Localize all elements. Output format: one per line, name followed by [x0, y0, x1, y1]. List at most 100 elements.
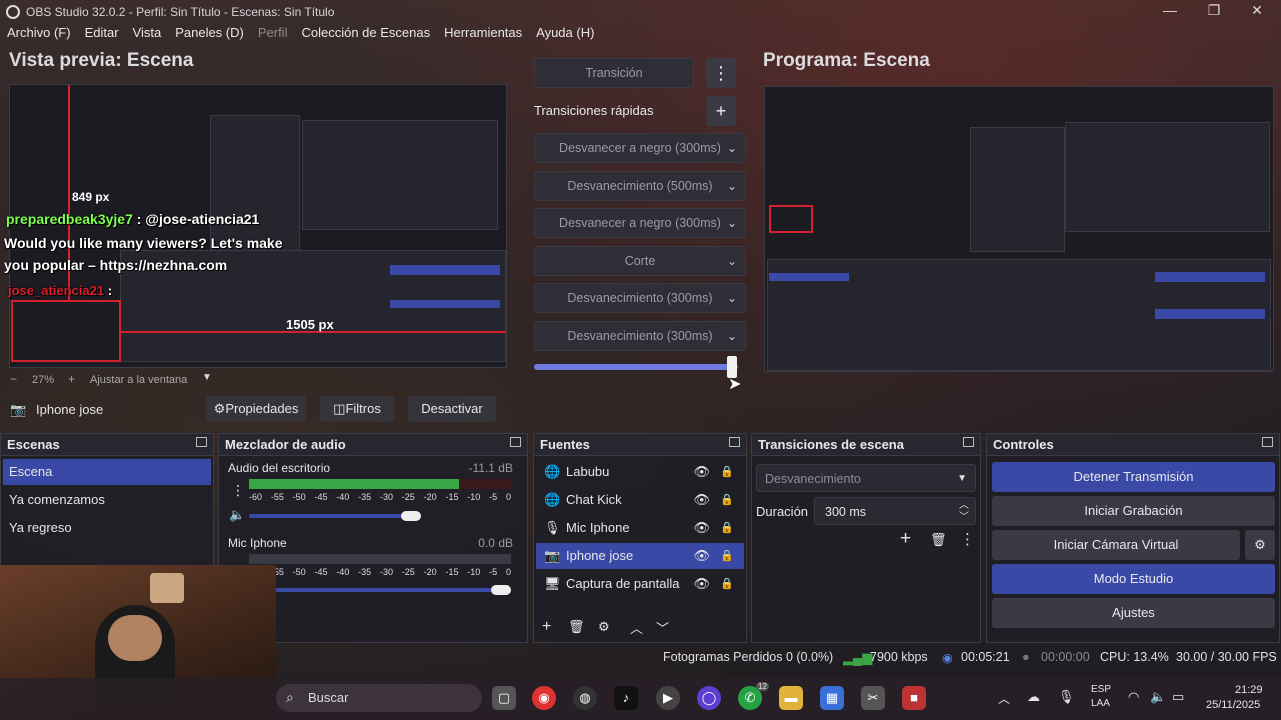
keyboard-layout[interactable]: LAA	[1091, 698, 1110, 709]
quick-transition-3[interactable]: Desvanecer a negro (300ms) ⌄	[534, 208, 746, 238]
move-up-icon[interactable]: ︿	[630, 618, 643, 637]
maximize-button[interactable]: ❐	[1204, 2, 1224, 19]
media-player-icon[interactable]: ▶	[656, 686, 680, 710]
volume-icon[interactable]: 🔈	[1150, 689, 1166, 705]
notification-badge: 12	[756, 682, 769, 691]
menu-view[interactable]: Vista	[133, 25, 162, 45]
volume-slider[interactable]	[249, 514, 419, 518]
source-item[interactable]: 🌐 Chat Kick 👁 🔒	[536, 487, 744, 513]
lock-icon[interactable]: 🔒	[720, 543, 734, 569]
source-settings-icon[interactable]: ⚙	[598, 619, 610, 635]
undock-icon[interactable]	[510, 437, 521, 447]
visibility-eye-icon[interactable]: 👁	[693, 515, 710, 541]
visibility-eye-icon[interactable]: 👁	[693, 543, 710, 569]
scenes-dock-header: Escenas	[1, 434, 213, 456]
stop-streaming-button[interactable]: Detener Transmisión	[992, 462, 1275, 492]
app-icon-3[interactable]: ■	[902, 686, 926, 710]
tray-overflow-icon[interactable]: ︿	[998, 690, 1010, 707]
quick-transition-6[interactable]: Desvanecimiento (300ms) ⌄	[534, 321, 746, 351]
start-virtual-camera-button[interactable]: Iniciar Cámara Virtual	[992, 530, 1240, 560]
volume-knob[interactable]	[401, 511, 421, 521]
remove-transition-icon[interactable]: 🗑	[930, 532, 947, 548]
zoom-out-button[interactable]: −	[10, 372, 17, 386]
app-icon-2[interactable]: ✂	[861, 686, 885, 710]
studio-mode-button[interactable]: Modo Estudio	[992, 564, 1275, 594]
zoom-in-button[interactable]: +	[68, 372, 75, 386]
clock-time[interactable]: 21:29	[1235, 684, 1263, 696]
source-item[interactable]: 🌐 Labubu 👁 🔒	[536, 459, 744, 485]
lock-icon[interactable]: 🔒	[720, 571, 734, 597]
move-down-icon[interactable]: ﹀	[656, 618, 669, 637]
clock-date[interactable]: 25/11/2025	[1206, 699, 1260, 711]
scene-item[interactable]: Ya comenzamos	[3, 487, 211, 513]
scene-item[interactable]: Escena	[3, 459, 211, 485]
add-transition-icon[interactable]: +	[900, 528, 911, 550]
filters-button[interactable]: ◫Filtros	[320, 396, 394, 422]
chrome-icon[interactable]: ◉	[532, 686, 556, 710]
deactivate-button[interactable]: Desactivar	[408, 396, 496, 422]
scene-item[interactable]: Ya regreso	[3, 515, 211, 541]
lock-icon[interactable]: 🔒	[720, 459, 734, 485]
quick-transition-2[interactable]: Desvanecimiento (500ms) ⌄	[534, 171, 746, 201]
volume-slider[interactable]	[249, 588, 499, 592]
minimize-button[interactable]: —	[1160, 2, 1180, 18]
virtual-camera-settings-gear-icon[interactable]: ⚙	[1245, 530, 1275, 560]
visibility-eye-icon[interactable]: 👁	[693, 459, 710, 485]
source-item[interactable]: 🎙 Mic Iphone 👁 🔒	[536, 515, 744, 541]
add-quick-transition-icon[interactable]: +	[706, 96, 736, 126]
start-recording-button[interactable]: Iniciar Grabación	[992, 496, 1275, 526]
chat-line-1: preparedbeak3yje7 : @jose-atiencia21	[6, 211, 260, 227]
meter-tick-label: -40	[336, 492, 350, 502]
lock-icon[interactable]: 🔒	[720, 515, 734, 541]
volume-knob[interactable]	[491, 585, 511, 595]
file-explorer-icon[interactable]: ▬	[779, 686, 803, 710]
menu-tools[interactable]: Herramientas	[444, 25, 522, 45]
lock-icon[interactable]: 🔒	[720, 487, 734, 513]
menu-profile[interactable]: Perfil	[258, 25, 288, 45]
add-source-icon[interactable]: +	[542, 618, 551, 636]
remove-source-icon[interactable]: 🗑	[568, 619, 585, 635]
menu-edit[interactable]: Editar	[85, 25, 119, 45]
undock-icon[interactable]	[1262, 437, 1273, 447]
undock-icon[interactable]	[196, 437, 207, 447]
menu-scene-collection[interactable]: Colección de Escenas	[301, 25, 430, 45]
app-icon[interactable]: ◯	[697, 686, 721, 710]
battery-icon[interactable]: ▭	[1172, 689, 1184, 705]
transition-select[interactable]: Desvanecimiento ▼	[756, 464, 976, 492]
cloud-icon[interactable]: ☁	[1027, 689, 1040, 705]
settings-button[interactable]: Ajustes	[992, 598, 1275, 628]
undock-icon[interactable]	[729, 437, 740, 447]
task-view-icon[interactable]: ▢	[492, 686, 516, 710]
transition-menu-icon[interactable]: ⋮	[960, 530, 975, 548]
language-code[interactable]: ESP	[1091, 684, 1111, 695]
window-title: OBS Studio 32.0.2 - Perfil: Sin Título -…	[26, 5, 335, 19]
close-button[interactable]: ✕	[1247, 2, 1267, 19]
obs-taskbar-icon[interactable]: ◍	[573, 686, 597, 710]
quick-transition-1[interactable]: Desvanecer a negro (300ms) ⌄	[534, 133, 746, 163]
zoom-fit-label[interactable]: Ajustar a la ventana	[90, 374, 187, 386]
mic-tray-icon[interactable]: 🎙	[1058, 689, 1075, 705]
menu-file[interactable]: Archivo (F)	[7, 25, 71, 45]
menu-help[interactable]: Ayuda (H)	[536, 25, 594, 45]
properties-button[interactable]: ⚙Propiedades	[206, 396, 306, 422]
tiktok-icon[interactable]: ♪	[614, 686, 638, 710]
preview-selection-box[interactable]	[11, 300, 121, 362]
undock-icon[interactable]	[963, 437, 974, 447]
wifi-icon[interactable]: ◠	[1128, 689, 1139, 705]
menu-docks[interactable]: Paneles (D)	[175, 25, 244, 45]
visibility-eye-icon[interactable]: 👁	[693, 487, 710, 513]
transition-button[interactable]: Transición	[534, 58, 694, 88]
source-item[interactable]: 📷 Iphone jose 👁 🔒	[536, 543, 744, 569]
quick-transition-5[interactable]: Desvanecimiento (300ms) ⌄	[534, 283, 746, 313]
channel-menu-icon[interactable]: ⋮	[231, 482, 245, 499]
tbar-slider[interactable]	[534, 364, 738, 370]
quick-transition-4[interactable]: Corte ⌄	[534, 246, 746, 276]
speaker-icon[interactable]: 🔈	[229, 507, 245, 523]
store-icon[interactable]: ▦	[820, 686, 844, 710]
duration-spinbox[interactable]: 300 ms ︿ ﹀	[814, 497, 976, 525]
taskbar-search[interactable]: ⌕ Buscar	[276, 684, 482, 712]
transition-menu-icon[interactable]: ⋮	[706, 58, 736, 88]
visibility-eye-icon[interactable]: 👁	[693, 571, 710, 597]
zoom-dropdown-icon[interactable]: ▼	[202, 372, 212, 383]
source-item[interactable]: 🖥 Captura de pantalla 👁 🔒	[536, 571, 744, 597]
